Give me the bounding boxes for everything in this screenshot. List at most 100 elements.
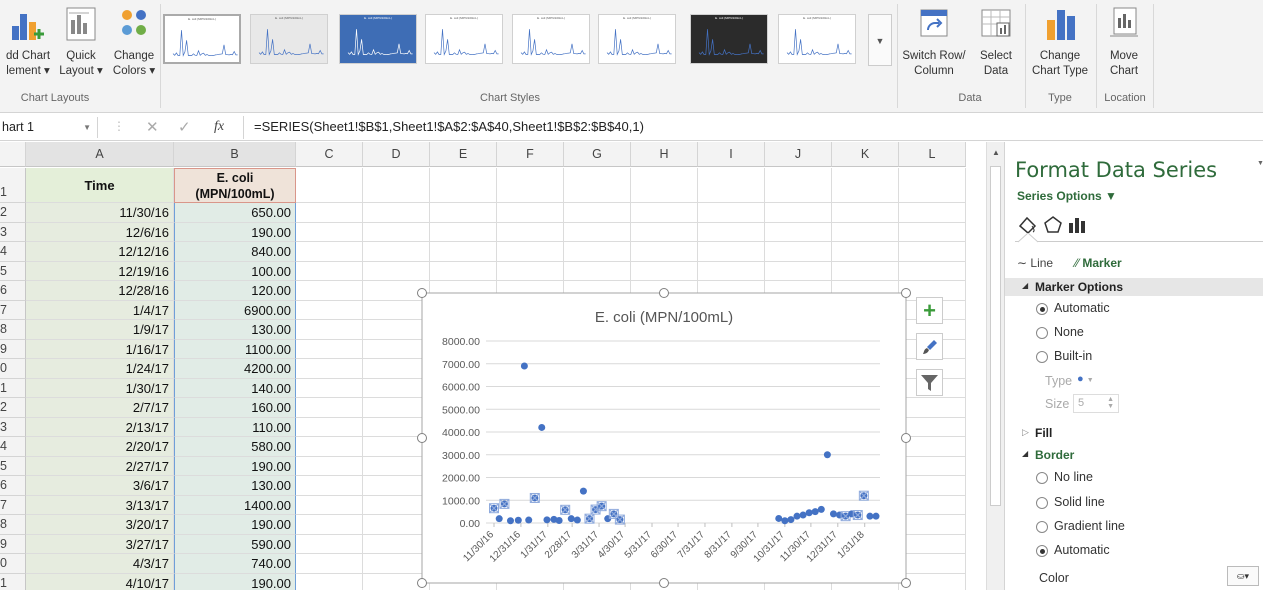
cell-ecoli[interactable]: 130.00 bbox=[174, 476, 296, 496]
empty-cell[interactable] bbox=[296, 417, 363, 437]
cell-ecoli[interactable]: 840.00 bbox=[174, 242, 296, 262]
empty-cell[interactable] bbox=[296, 476, 363, 496]
empty-cell[interactable] bbox=[631, 261, 698, 281]
row-header[interactable]: 5 bbox=[0, 261, 26, 281]
cell-time[interactable]: 1/16/17 bbox=[26, 339, 174, 359]
cell-time[interactable]: 1/30/17 bbox=[26, 378, 174, 398]
cell-ecoli[interactable]: 110.00 bbox=[174, 417, 296, 437]
cell-ecoli[interactable]: 100.00 bbox=[174, 261, 296, 281]
empty-cell[interactable] bbox=[497, 168, 564, 203]
scroll-up-arrow-icon[interactable]: ▲ bbox=[992, 148, 1000, 157]
row-header[interactable]: 6 bbox=[0, 281, 26, 301]
cell-time[interactable]: 2/7/17 bbox=[26, 398, 174, 418]
empty-cell[interactable] bbox=[363, 222, 430, 242]
data-point[interactable] bbox=[793, 512, 801, 520]
fill-section[interactable]: Fill bbox=[1035, 426, 1052, 440]
scrollbar-thumb[interactable] bbox=[990, 166, 1001, 506]
column-header-a[interactable]: A bbox=[26, 142, 174, 167]
cell-time[interactable]: 12/28/16 bbox=[26, 281, 174, 301]
data-point[interactable] bbox=[538, 423, 546, 431]
select-all-corner[interactable] bbox=[0, 142, 26, 167]
empty-cell[interactable] bbox=[296, 281, 363, 301]
data-point[interactable] bbox=[787, 516, 795, 524]
resize-handle[interactable] bbox=[417, 578, 427, 588]
quick-layout-button[interactable]: Quick Layout ▾ bbox=[56, 4, 106, 88]
chart-style-thumb[interactable]: E. coli (MPN/100mL) bbox=[250, 14, 328, 64]
empty-cell[interactable] bbox=[296, 359, 363, 379]
cell-ecoli[interactable]: 1100.00 bbox=[174, 339, 296, 359]
formula-input[interactable]: =SERIES(Sheet1!$B$1,Sheet1!$A$2:$A$40,Sh… bbox=[254, 119, 644, 134]
chart-style-thumb[interactable]: E. coli (MPN/100mL) bbox=[163, 14, 241, 64]
row-header[interactable]: 9 bbox=[0, 339, 26, 359]
cell-time[interactable]: 3/27/17 bbox=[26, 534, 174, 554]
data-point[interactable] bbox=[514, 516, 522, 524]
resize-handle[interactable] bbox=[901, 288, 911, 298]
empty-cell[interactable] bbox=[296, 495, 363, 515]
row-header[interactable]: 4 bbox=[0, 242, 26, 262]
data-point[interactable] bbox=[823, 451, 831, 459]
empty-cell[interactable] bbox=[296, 554, 363, 574]
chart-style-thumb[interactable]: E. coli (MPN/100mL) bbox=[425, 14, 503, 64]
empty-cell[interactable] bbox=[296, 515, 363, 535]
empty-cell[interactable] bbox=[296, 534, 363, 554]
move-chart-button[interactable]: Move Chart bbox=[1098, 4, 1150, 88]
color-picker-button[interactable]: ⛀▾ bbox=[1227, 566, 1259, 586]
empty-cell[interactable] bbox=[564, 242, 631, 262]
series-options-tab-icon[interactable] bbox=[1066, 214, 1088, 236]
data-point[interactable] bbox=[781, 517, 789, 525]
chart-style-thumb[interactable]: E. coli (MPN/100mL) bbox=[339, 14, 417, 64]
column-header-g[interactable]: G bbox=[564, 142, 631, 167]
add-chart-element-button[interactable]: dd Chart lement ▾ bbox=[0, 4, 56, 88]
cell-time[interactable]: 1/4/17 bbox=[26, 300, 174, 320]
empty-cell[interactable] bbox=[296, 242, 363, 262]
empty-cell[interactable] bbox=[631, 203, 698, 223]
data-point[interactable] bbox=[805, 509, 813, 517]
data-point[interactable] bbox=[506, 517, 514, 525]
row-header[interactable]: 8 bbox=[0, 515, 26, 535]
empty-cell[interactable] bbox=[899, 222, 966, 242]
radio-none[interactable] bbox=[1036, 327, 1048, 339]
column-header-j[interactable]: J bbox=[765, 142, 832, 167]
type-dropdown[interactable]: ● ▼ bbox=[1077, 373, 1094, 385]
data-point[interactable] bbox=[866, 512, 874, 520]
row-header[interactable]: 6 bbox=[0, 476, 26, 496]
empty-cell[interactable] bbox=[296, 437, 363, 457]
cell-time[interactable]: 2/20/17 bbox=[26, 437, 174, 457]
select-data-button[interactable]: Select Data bbox=[970, 4, 1022, 88]
cell-time[interactable]: 12/19/16 bbox=[26, 261, 174, 281]
empty-cell[interactable] bbox=[564, 222, 631, 242]
row-header[interactable]: 4 bbox=[0, 437, 26, 457]
resize-handle[interactable] bbox=[659, 288, 669, 298]
change-chart-type-button[interactable]: Change Chart Type bbox=[1027, 4, 1093, 88]
cell-ecoli[interactable]: 580.00 bbox=[174, 437, 296, 457]
cell-ecoli[interactable]: 190.00 bbox=[174, 515, 296, 535]
enter-icon[interactable]: ✓ bbox=[178, 118, 191, 136]
empty-cell[interactable] bbox=[899, 168, 966, 203]
marker-options-header[interactable]: ◢ Marker Options bbox=[1005, 278, 1263, 296]
cell-ecoli[interactable]: 590.00 bbox=[174, 534, 296, 554]
empty-cell[interactable] bbox=[296, 300, 363, 320]
row-header[interactable]: 7 bbox=[0, 495, 26, 515]
chart-filters-button[interactable] bbox=[916, 369, 943, 396]
series-options-dropdown[interactable]: Series Options ▼ bbox=[1017, 189, 1117, 203]
cell-time[interactable]: 12/6/16 bbox=[26, 222, 174, 242]
row-header[interactable]: 0 bbox=[0, 554, 26, 574]
resize-handle[interactable] bbox=[659, 578, 669, 588]
row-header[interactable]: 9 bbox=[0, 534, 26, 554]
empty-cell[interactable] bbox=[430, 203, 497, 223]
chart-style-thumb[interactable]: E. coli (MPN/100mL) bbox=[598, 14, 676, 64]
empty-cell[interactable] bbox=[899, 242, 966, 262]
empty-cell[interactable] bbox=[832, 203, 899, 223]
row-header[interactable]: 7 bbox=[0, 300, 26, 320]
data-point[interactable] bbox=[543, 516, 551, 524]
radio-gradient-line[interactable] bbox=[1036, 521, 1048, 533]
empty-cell[interactable] bbox=[363, 168, 430, 203]
cell-ecoli[interactable]: 190.00 bbox=[174, 456, 296, 476]
data-point[interactable] bbox=[573, 516, 581, 524]
cell-ecoli[interactable]: 190.00 bbox=[174, 573, 296, 590]
cell-ecoli[interactable]: 4200.00 bbox=[174, 359, 296, 379]
empty-cell[interactable] bbox=[497, 261, 564, 281]
empty-cell[interactable] bbox=[296, 320, 363, 340]
empty-cell[interactable] bbox=[296, 339, 363, 359]
empty-cell[interactable] bbox=[363, 261, 430, 281]
